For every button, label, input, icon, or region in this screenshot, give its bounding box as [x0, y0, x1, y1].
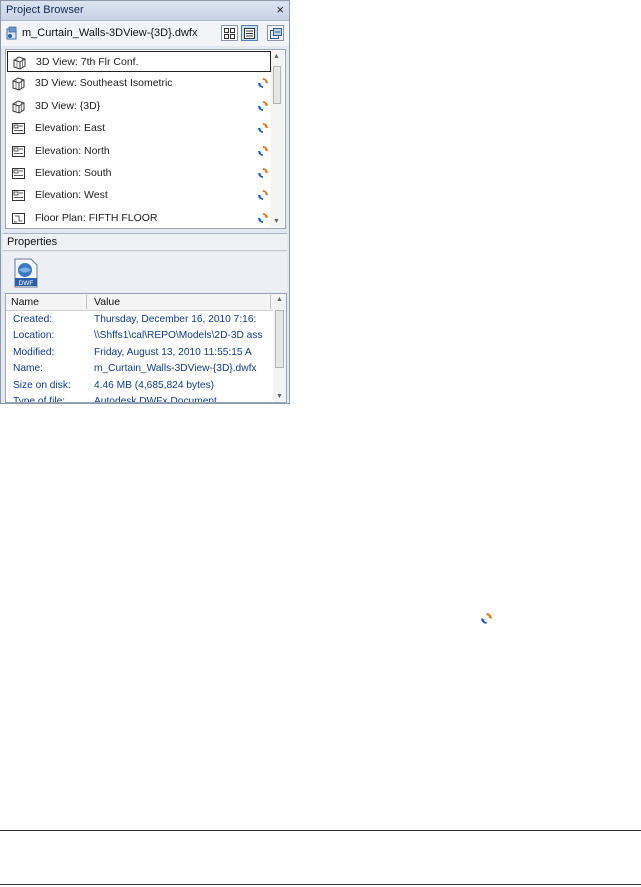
property-row[interactable]: Modified: Friday, August 13, 2010 11:55:1… [6, 345, 274, 361]
dwf-label: DWF [19, 280, 34, 287]
list-icon [244, 28, 255, 39]
tree-item[interactable]: 3D View: {3D} [7, 96, 271, 117]
column-header-name[interactable]: Name [11, 296, 39, 308]
elevation-view-icon [12, 168, 25, 179]
divider-line [0, 830, 641, 831]
scroll-down-icon[interactable]: ▼ [273, 218, 280, 225]
column-divider[interactable] [270, 295, 271, 309]
tree-item-label: Floor Plan: FIFTH FLOOR [35, 211, 158, 224]
property-name: Location: [13, 330, 55, 342]
panel-titlebar[interactable]: Project Browser × [1, 1, 289, 21]
tree-item[interactable]: 3D View: 7th Flr Conf. [7, 51, 271, 72]
properties-icon-area: DWF [3, 252, 287, 292]
property-value: Autodesk DWFx Document [94, 396, 217, 403]
sync-icon [258, 190, 268, 201]
column-divider[interactable] [86, 295, 87, 309]
property-row[interactable]: Size on disk: 4.46 MB (4,685,824 bytes) [6, 378, 274, 394]
property-value: Friday, August 13, 2010 11:55:15 A [94, 346, 252, 358]
thumbnails-icon [224, 28, 235, 39]
grid-scrollbar[interactable]: ▲ ▼ [273, 294, 286, 402]
file-row: m_Curtain_Walls-3DView-{3D}.dwfx [1, 21, 289, 46]
properties-header: Properties [3, 233, 287, 251]
tree-item-label: 3D View: 7th Flr Conf. [36, 56, 139, 68]
3d-view-icon [12, 100, 25, 114]
scroll-thumb[interactable] [275, 310, 284, 368]
tree-item[interactable]: Elevation: East [7, 118, 271, 139]
elevation-view-icon [12, 190, 25, 202]
tree-item[interactable]: Elevation: North [7, 141, 271, 162]
divider-line [0, 884, 641, 885]
property-value: \\Shffs1\cal\REPO\Models\2D-3D ass [94, 330, 263, 342]
sync-icon [481, 613, 492, 624]
tree-item-label: Elevation: West [35, 189, 108, 202]
tree-item-label: Elevation: North [35, 144, 110, 157]
scroll-up-icon[interactable]: ▲ [276, 296, 283, 303]
scroll-up-icon[interactable]: ▲ [273, 53, 280, 60]
tree-item[interactable]: Elevation: West [7, 185, 271, 206]
sync-icon [258, 123, 268, 134]
tree-item-label: 3D View: Southeast Isometric [35, 77, 173, 90]
panel-title: Project Browser [6, 4, 84, 16]
property-value: m_Curtain_Walls-3DView-{3D}.dwfx [94, 363, 257, 375]
sync-icon [258, 78, 268, 89]
property-value: 4.46 MB (4,685,824 bytes) [94, 379, 215, 391]
elevation-view-icon [12, 123, 25, 135]
tree-item-label: 3D View: {3D} [35, 99, 101, 112]
property-row[interactable]: Name: m_Curtain_Walls-3DView-{3D}.dwfx [6, 361, 274, 377]
property-row[interactable]: Created: Thursday, December 16, 2010 7:16… [6, 312, 274, 328]
scroll-down-icon[interactable]: ▼ [276, 393, 283, 400]
sync-icon [258, 145, 268, 156]
property-name: Type of file: [13, 396, 66, 403]
tree-item-label: Elevation: South [35, 167, 112, 179]
close-icon[interactable]: × [276, 2, 284, 17]
publish-button[interactable] [267, 25, 284, 41]
sync-icon [258, 212, 268, 223]
column-header-value[interactable]: Value [94, 296, 120, 308]
floor-plan-view-icon [12, 212, 25, 224]
property-name: Created: [13, 314, 53, 325]
dwf-file-icon: DWF [14, 258, 38, 288]
view-tree[interactable]: 3D View: 7th Flr Conf. 3D View: Southeast… [5, 49, 286, 229]
elevation-view-icon [12, 145, 25, 157]
sync-icon [258, 100, 268, 111]
file-icon [6, 26, 17, 40]
3d-view-icon [13, 56, 26, 70]
3d-view-icon [12, 77, 25, 91]
project-browser-panel: Project Browser × m_Curtain_Walls-3DView… [0, 0, 290, 404]
tree-item[interactable]: Floor Plan: FIFTH FLOOR [7, 208, 271, 228]
property-name: Modified: [13, 346, 55, 358]
tree-item-label: Elevation: East [35, 122, 106, 135]
sync-icon [258, 168, 268, 178]
grid-header: Name Value [6, 294, 274, 311]
properties-title: Properties [7, 236, 58, 248]
file-name: m_Curtain_Walls-3DView-{3D}.dwfx [22, 27, 198, 39]
tree-scrollbar[interactable]: ▲ ▼ [271, 51, 284, 227]
property-row[interactable]: Type of file: Autodesk DWFx Document [6, 394, 274, 403]
property-row[interactable]: Location: \\Shffs1\cal\REPO\Models\2D-3D … [6, 328, 274, 344]
tree-item[interactable]: 3D View: Southeast Isometric [7, 73, 271, 94]
thumbnail-view-button[interactable] [221, 25, 238, 41]
scroll-thumb[interactable] [273, 66, 281, 104]
property-name: Name: [13, 363, 44, 375]
properties-grid: Name Value Created: Thursday, December 16… [5, 293, 287, 403]
publish-icon [270, 28, 282, 39]
property-name: Size on disk: [13, 379, 71, 391]
list-view-button[interactable] [241, 25, 258, 41]
property-value: Thursday, December 16, 2010 7:16: [94, 314, 257, 325]
tree-item[interactable]: Elevation: South [7, 163, 271, 184]
